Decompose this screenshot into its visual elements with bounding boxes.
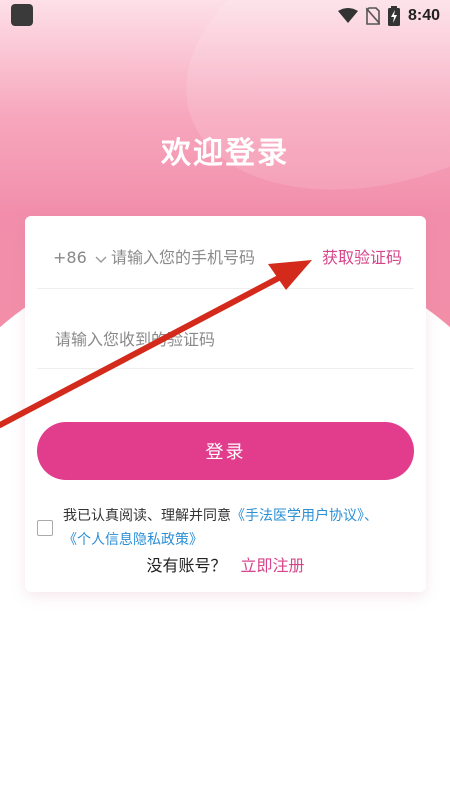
page-title: 欢迎登录 [161,136,289,171]
status-time: 8:40 [407,7,440,24]
country-code-select[interactable]: +86 [53,248,87,267]
get-code-button[interactable]: 获取验证码 [322,244,402,268]
login-card: +86 获取验证码 登录 我已认真阅读、理解并同意《手法医学用户协议》、《个人信… [25,216,426,592]
user-agreement-link[interactable]: 《手法医学用户协议》 [231,508,364,524]
register-prompt: 没有账号？ [146,556,227,575]
agreement-separator: 、 [364,508,378,524]
wifi-icon [337,8,358,23]
no-sim-icon [365,7,380,25]
agreement-checkbox[interactable] [37,520,53,536]
verification-code-input[interactable] [53,320,377,358]
agreement-prefix: 我已认真阅读、理解并同意 [63,508,231,524]
privacy-policy-link[interactable]: 《个人信息隐私政策》 [63,532,203,548]
status-icons: 8:40 [337,4,440,28]
header-sheen [150,0,450,239]
battery-charging-icon [387,6,400,26]
phone-input[interactable] [109,238,313,276]
agreement-text: 我已认真阅读、理解并同意《手法医学用户协议》、《个人信息隐私政策》 [63,504,413,552]
phone-row: +86 获取验证码 [37,216,414,289]
app-icon [11,4,33,26]
chevron-down-icon[interactable] [95,256,107,264]
status-bar: 8:40 [0,0,450,32]
login-button[interactable]: 登录 [37,422,414,480]
register-line: 没有账号？ 立即注册 [25,552,426,576]
register-link[interactable]: 立即注册 [241,556,305,575]
code-row [37,288,414,369]
